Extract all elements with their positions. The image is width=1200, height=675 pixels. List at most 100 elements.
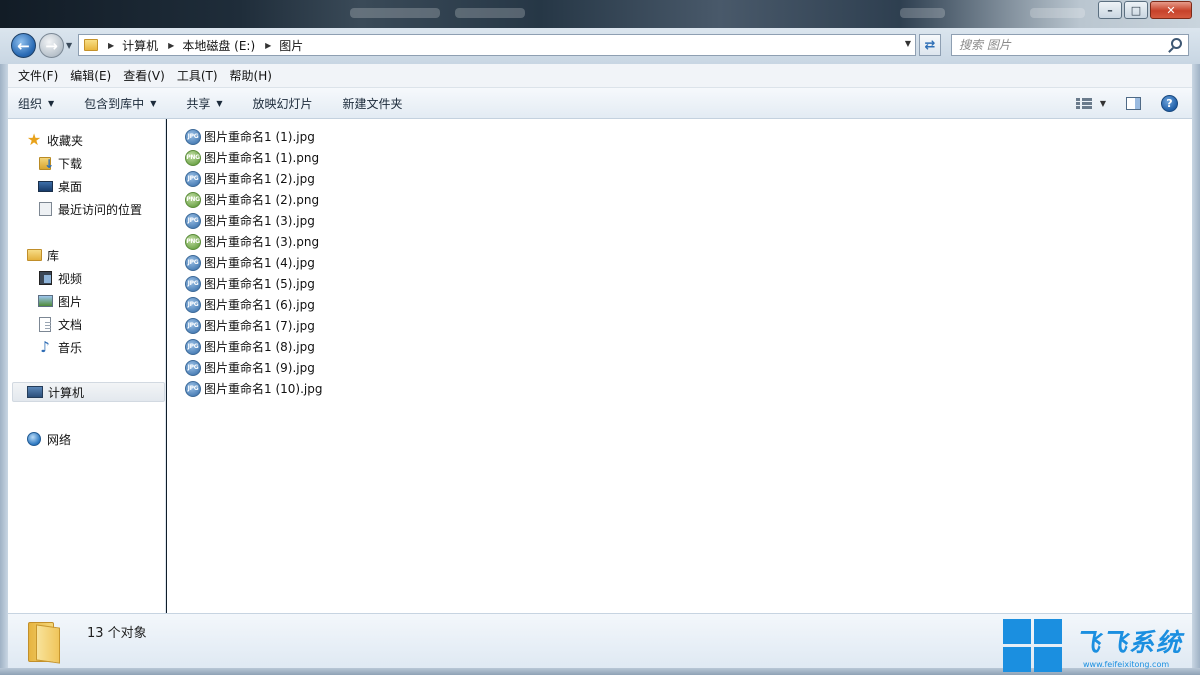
png-file-icon: PNG <box>185 191 201 208</box>
file-item[interactable]: JPG 图片重命名1 (4).jpg <box>185 252 322 273</box>
png-file-icon: PNG <box>185 233 201 250</box>
item-count: 13 个对象 <box>87 626 147 641</box>
recent-pages-dropdown[interactable]: ▼ <box>66 41 72 50</box>
jpg-file-icon: JPG <box>185 254 201 271</box>
refresh-icon: ⇄ <box>924 37 936 53</box>
pictures-icon <box>37 293 53 309</box>
file-item[interactable]: JPG 图片重命名1 (10).jpg <box>185 378 322 399</box>
address-history-dropdown[interactable]: ▼ <box>905 39 911 48</box>
window-border-right <box>1192 64 1200 668</box>
star-icon: ★ <box>26 130 42 149</box>
jpg-file-icon: JPG <box>185 296 201 313</box>
forward-button[interactable]: → <box>39 33 64 58</box>
refresh-button[interactable]: ⇄ <box>919 34 941 56</box>
organize-button[interactable]: 组织 ▼ <box>18 95 54 112</box>
sidebar-item-music[interactable]: ♪ 音乐 <box>37 337 82 357</box>
menu-file[interactable]: 文件(F) <box>12 67 64 84</box>
file-item[interactable]: PNG 图片重命名1 (1).png <box>185 147 322 168</box>
sidebar-item-downloads[interactable]: 下载 <box>37 153 82 173</box>
jpg-file-icon: JPG <box>185 317 201 334</box>
address-row: ← → ▼ ▶ 计算机 ▶ 本地磁盘 (E:) ▶ 图片 ▼ ⇄ <box>0 28 1200 64</box>
sidebar-item-computer[interactable]: 计算机 <box>12 382 165 402</box>
windows-logo-icon <box>1003 619 1062 672</box>
jpg-file-icon: JPG <box>185 338 201 355</box>
search-input[interactable] <box>959 38 1159 52</box>
share-button[interactable]: 共享 ▼ <box>186 95 222 112</box>
sidebar-item-libraries[interactable]: 库 <box>26 245 59 265</box>
window-controls: – □ ✕ <box>1098 1 1192 19</box>
sidebar-item-network[interactable]: 网络 <box>26 429 71 449</box>
file-item[interactable]: JPG 图片重命名1 (5).jpg <box>185 273 322 294</box>
chevron-down-icon: ▼ <box>150 98 157 108</box>
change-view-icon[interactable] <box>1075 97 1092 110</box>
downloads-icon <box>37 155 54 171</box>
menu-bar: 文件(F) 编辑(E) 查看(V) 工具(T) 帮助(H) <box>8 64 1192 88</box>
file-item[interactable]: JPG 图片重命名1 (6).jpg <box>185 294 322 315</box>
file-item[interactable]: JPG 图片重命名1 (1).jpg <box>185 126 322 147</box>
folder-icon <box>84 39 98 51</box>
file-item[interactable]: JPG 图片重命名1 (8).jpg <box>185 336 322 357</box>
desktop-icon <box>37 178 53 194</box>
menu-edit[interactable]: 编辑(E) <box>64 67 117 84</box>
video-icon <box>37 270 53 286</box>
menu-view[interactable]: 查看(V) <box>117 67 171 84</box>
jpg-file-icon: JPG <box>185 212 201 229</box>
arrow-right-icon: → <box>45 36 58 55</box>
network-icon <box>26 431 42 447</box>
command-bar: 组织 ▼ 包含到库中 ▼ 共享 ▼ 放映幻灯片 新建文件夹 ▼ ? <box>8 88 1192 119</box>
slideshow-button[interactable]: 放映幻灯片 <box>253 95 313 112</box>
navigation-pane: ★ 收藏夹 下载 桌面 最近访问的位置 库 视频 图片 文档 ♪ 音乐 计算机 … <box>8 119 166 613</box>
file-item[interactable]: JPG 图片重命名1 (9).jpg <box>185 357 322 378</box>
jpg-file-icon: JPG <box>185 128 201 145</box>
help-icon[interactable]: ? <box>1161 95 1178 112</box>
preview-pane-icon[interactable] <box>1126 97 1141 110</box>
watermark-brand: 飞飞系统 <box>1075 628 1184 657</box>
document-icon <box>37 316 53 332</box>
sidebar-item-pictures[interactable]: 图片 <box>37 291 82 311</box>
search-icon[interactable] <box>1171 38 1182 49</box>
search-box[interactable] <box>951 34 1189 56</box>
jpg-file-icon: JPG <box>185 359 201 376</box>
chevron-right-icon[interactable]: ▶ <box>265 41 271 50</box>
chevron-right-icon[interactable]: ▶ <box>108 41 114 50</box>
minimize-button[interactable]: – <box>1098 1 1122 19</box>
jpg-file-icon: JPG <box>185 380 201 397</box>
computer-icon <box>27 384 43 400</box>
address-bar[interactable]: ▶ 计算机 ▶ 本地磁盘 (E:) ▶ 图片 ▼ <box>78 34 916 56</box>
menu-tools[interactable]: 工具(T) <box>171 67 224 84</box>
view-options-dropdown[interactable]: ▼ <box>1100 99 1106 108</box>
file-item[interactable]: JPG 图片重命名1 (7).jpg <box>185 315 322 336</box>
watermark: 飞飞系统 www.feifeixitong.com <box>1003 619 1199 673</box>
sidebar-item-videos[interactable]: 视频 <box>37 268 82 288</box>
sidebar-item-documents[interactable]: 文档 <box>37 314 82 334</box>
chevron-down-icon: ▼ <box>216 98 223 108</box>
file-item[interactable]: PNG 图片重命名1 (2).png <box>185 189 322 210</box>
back-button[interactable]: ← <box>11 33 36 58</box>
music-note-icon: ♪ <box>40 338 50 356</box>
maximize-button[interactable]: □ <box>1124 1 1148 19</box>
jpg-file-icon: JPG <box>185 275 201 292</box>
jpg-file-icon: JPG <box>185 170 201 187</box>
breadcrumb-pictures[interactable]: ▶ 图片 <box>255 37 303 54</box>
png-file-icon: PNG <box>185 149 201 166</box>
arrow-left-icon: ← <box>17 36 30 55</box>
sidebar-item-favorites[interactable]: ★ 收藏夹 <box>26 130 83 150</box>
chevron-right-icon[interactable]: ▶ <box>168 41 174 50</box>
sidebar-item-recent-places[interactable]: 最近访问的位置 <box>37 199 142 219</box>
sidebar-item-desktop[interactable]: 桌面 <box>37 176 82 196</box>
libraries-icon <box>26 247 42 263</box>
close-button[interactable]: ✕ <box>1150 1 1192 19</box>
chevron-down-icon: ▼ <box>48 98 55 108</box>
file-item[interactable]: JPG 图片重命名1 (2).jpg <box>185 168 322 189</box>
folder-icon <box>28 622 60 664</box>
new-folder-button[interactable]: 新建文件夹 <box>343 95 403 112</box>
breadcrumb-local-disk[interactable]: ▶ 本地磁盘 (E:) <box>158 37 255 54</box>
file-list: JPG 图片重命名1 (1).jpg PNG 图片重命名1 (1).png JPG 图… <box>185 126 322 399</box>
file-item[interactable]: JPG 图片重命名1 (3).jpg <box>185 210 322 231</box>
include-in-library-button[interactable]: 包含到库中 ▼ <box>84 95 156 112</box>
menu-help[interactable]: 帮助(H) <box>224 67 278 84</box>
recent-places-icon <box>37 201 53 217</box>
file-item[interactable]: PNG 图片重命名1 (3).png <box>185 231 322 252</box>
window-border-left <box>0 64 8 668</box>
breadcrumb-computer[interactable]: ▶ 计算机 <box>98 37 158 54</box>
